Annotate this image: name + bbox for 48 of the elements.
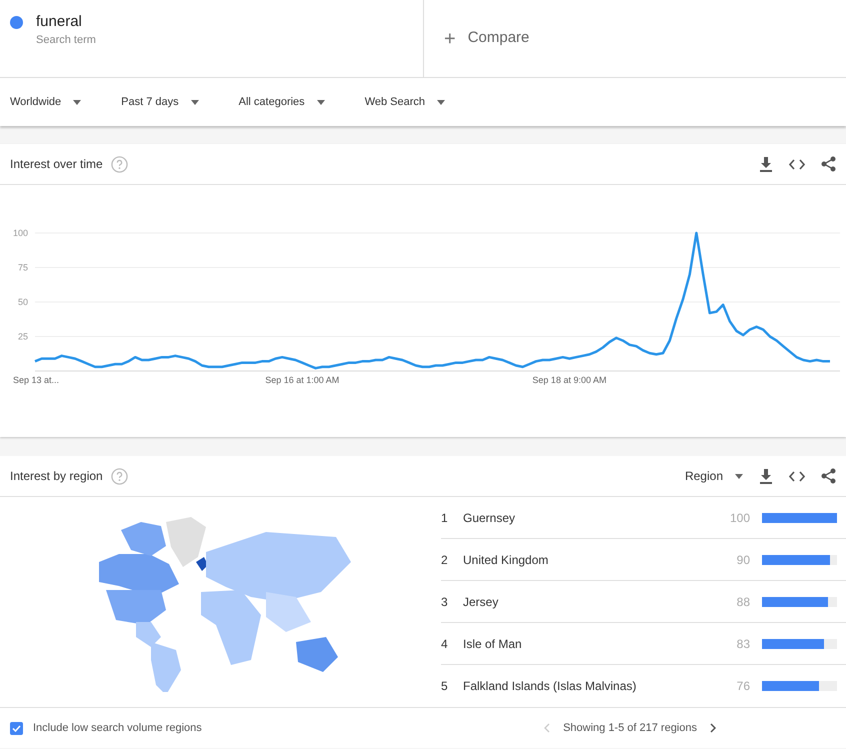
region-name[interactable]: Falkland Islands (Islas Malvinas) bbox=[463, 677, 737, 695]
filter-dropdown[interactable]: All categories bbox=[238, 94, 325, 110]
region-name[interactable]: Jersey bbox=[463, 592, 737, 610]
caret-icon bbox=[316, 100, 325, 104]
share-icon[interactable] bbox=[821, 468, 836, 484]
share-icon[interactable] bbox=[821, 156, 836, 172]
download-icon[interactable] bbox=[759, 156, 773, 172]
filter-dropdown[interactable]: Worldwide bbox=[10, 94, 82, 110]
y-tick-label: 75 bbox=[18, 262, 28, 272]
compare-button[interactable]: + Compare bbox=[424, 0, 530, 77]
search-term: funeral bbox=[36, 13, 83, 31]
region-name[interactable]: Isle of Man bbox=[463, 634, 737, 652]
region-value: 76 bbox=[736, 678, 750, 695]
x-tick-label: Sep 13 at... bbox=[13, 375, 60, 385]
region-name[interactable]: United Kingdom bbox=[463, 550, 737, 568]
x-tick-label: Sep 16 at 1:00 AM bbox=[265, 375, 340, 385]
filter-dropdown[interactable]: Past 7 days bbox=[121, 94, 199, 110]
y-tick-label: 100 bbox=[12, 228, 28, 238]
region-name[interactable]: Guernsey bbox=[463, 508, 730, 526]
filter-dropdown[interactable]: Web Search bbox=[364, 94, 446, 110]
card-title: Interest over time bbox=[10, 156, 103, 173]
checkbox-label: Include low search volume regions bbox=[33, 720, 202, 736]
x-tick-label: Sep 18 at 9:00 AM bbox=[532, 375, 606, 385]
rank-number: 1 bbox=[441, 510, 449, 526]
caret-icon bbox=[437, 100, 446, 104]
embed-icon[interactable] bbox=[789, 158, 805, 170]
rank-number: 2 bbox=[441, 552, 449, 568]
y-tick-label: 50 bbox=[18, 297, 28, 307]
rank-number: 5 bbox=[441, 678, 449, 695]
rank-number: 4 bbox=[441, 636, 449, 652]
caret-icon bbox=[190, 100, 199, 104]
region-value: 88 bbox=[736, 594, 750, 610]
embed-icon[interactable] bbox=[789, 470, 805, 482]
caret-icon bbox=[73, 100, 82, 104]
y-tick-label: 25 bbox=[18, 332, 28, 342]
rank-number: 3 bbox=[441, 594, 449, 610]
region-value: 83 bbox=[736, 636, 750, 652]
search-term-subtitle: Search term bbox=[36, 33, 96, 48]
checkbox[interactable] bbox=[10, 722, 23, 734]
region-value: 90 bbox=[736, 552, 750, 568]
pagination-label: Showing 1-5 of 217 regions bbox=[563, 720, 697, 736]
caret-icon bbox=[735, 474, 743, 478]
checkmark-icon bbox=[12, 724, 21, 732]
region-value: 100 bbox=[730, 510, 750, 526]
resolution-dropdown[interactable]: Region bbox=[684, 467, 743, 485]
download-icon[interactable] bbox=[759, 468, 773, 484]
card-title: Interest by region bbox=[10, 468, 103, 485]
next-page-icon[interactable] bbox=[710, 723, 716, 733]
